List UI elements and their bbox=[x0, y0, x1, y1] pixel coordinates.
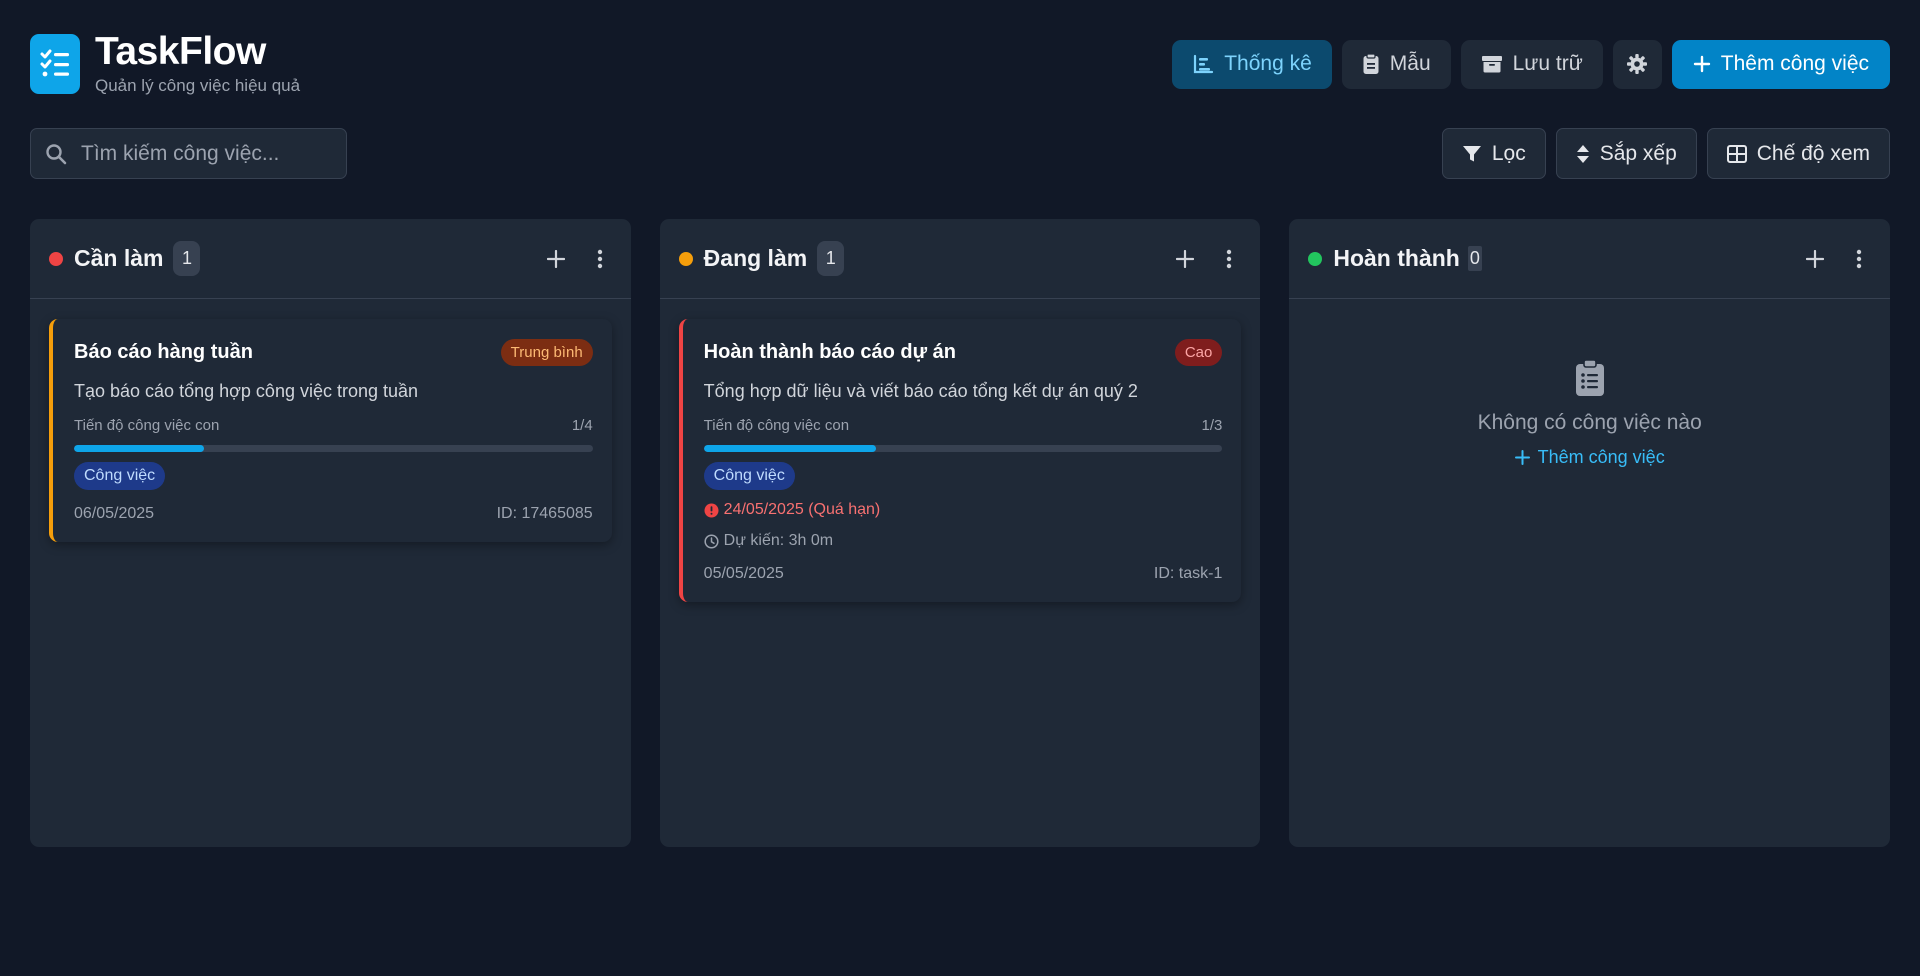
created-date: 05/05/2025 bbox=[703, 565, 784, 582]
search-input[interactable] bbox=[81, 141, 321, 166]
filter-label: Lọc bbox=[1491, 141, 1526, 165]
stats-button[interactable]: Thống kê bbox=[1172, 39, 1332, 89]
empty-add-label: Thêm công việc bbox=[1537, 447, 1665, 467]
priority-badge: Cao bbox=[1174, 339, 1223, 366]
grid-view-icon bbox=[1726, 144, 1747, 163]
templates-button[interactable]: Mẫu bbox=[1341, 39, 1451, 89]
task-count-badge: 1 bbox=[173, 241, 201, 276]
empty-add-task-link[interactable]: Thêm công việc bbox=[1514, 447, 1665, 468]
sort-button[interactable]: Sắp xếp bbox=[1555, 128, 1697, 179]
empty-state-text: Không có công việc nào bbox=[1477, 411, 1702, 434]
chart-icon bbox=[1192, 53, 1214, 75]
add-card-plus-icon[interactable] bbox=[1173, 247, 1197, 271]
settings-button[interactable] bbox=[1612, 39, 1662, 89]
task-id: ID: 17465085 bbox=[496, 505, 593, 522]
kanban-board: Cần làm 1 Báo cáo hàng tuần Trung bình T… bbox=[30, 219, 1891, 847]
archive-button[interactable]: Lưu trữ bbox=[1460, 39, 1603, 89]
status-dot bbox=[678, 251, 693, 266]
task-id: ID: task-1 bbox=[1153, 565, 1223, 582]
task-description: Tổng hợp dữ liệu và viết báo cáo tổng kế… bbox=[703, 381, 1138, 401]
archive-label: Lưu trữ bbox=[1512, 52, 1583, 75]
column-title: Đang làm bbox=[703, 245, 808, 271]
view-controls: Lọc Sắp xếp Chế độ xem bbox=[1441, 128, 1890, 179]
subtask-progress-bar bbox=[74, 445, 593, 452]
time-estimate: Dự kiến: 3h 0m bbox=[704, 532, 1223, 550]
plus-icon bbox=[1514, 450, 1530, 465]
column-title: Hoàn thành bbox=[1333, 245, 1460, 271]
task-count-badge: 1 bbox=[817, 241, 845, 276]
clock-icon bbox=[704, 533, 719, 549]
column-done: Hoàn thành 0 Không có công việc nào Thêm… bbox=[1289, 219, 1891, 847]
subtask-progress-label: Tiến độ công việc con bbox=[74, 417, 220, 434]
estimate-text: Dự kiến: 3h 0m bbox=[723, 532, 834, 549]
task-list-logo-icon bbox=[30, 34, 80, 94]
add-card-plus-icon[interactable] bbox=[1803, 247, 1827, 271]
app-subtitle: Quản lý công việc hiệu quả bbox=[95, 76, 301, 95]
column-menu-icon[interactable] bbox=[1217, 247, 1241, 271]
column-header: Đang làm 1 bbox=[659, 219, 1261, 299]
header-actions: Thống kê Mẫu Lưu trữ Thêm công việc bbox=[1172, 39, 1890, 89]
subtask-progress-count: 1/4 bbox=[571, 417, 593, 434]
search-box bbox=[30, 128, 347, 179]
toolbar: Lọc Sắp xếp Chế độ xem bbox=[30, 128, 1890, 179]
plus-icon bbox=[1693, 55, 1711, 73]
column-title: Cần làm bbox=[74, 245, 164, 271]
add-task-label: Thêm công việc bbox=[1720, 52, 1869, 75]
task-card[interactable]: Hoàn thành báo cáo dự án Cao Tổng hợp dữ… bbox=[678, 319, 1242, 602]
filter-button[interactable]: Lọc bbox=[1441, 128, 1546, 179]
task-card[interactable]: Báo cáo hàng tuần Trung bình Tạo báo cáo… bbox=[49, 319, 612, 542]
subtask-progress-label: Tiến độ công việc con bbox=[703, 417, 850, 434]
progress-fill bbox=[703, 445, 877, 452]
app-title: TaskFlow bbox=[95, 30, 266, 73]
add-task-button[interactable]: Thêm công việc bbox=[1671, 39, 1890, 89]
clipboard-icon bbox=[1362, 53, 1380, 75]
status-dot bbox=[1308, 251, 1323, 266]
task-title: Báo cáo hàng tuần bbox=[74, 341, 253, 363]
view-mode-label: Chế độ xem bbox=[1756, 141, 1870, 165]
column-header: Cần làm 1 bbox=[30, 219, 631, 299]
add-card-plus-icon[interactable] bbox=[544, 247, 568, 271]
column-menu-icon[interactable] bbox=[588, 247, 612, 271]
sort-label: Sắp xếp bbox=[1599, 141, 1677, 165]
clipboard-list-icon bbox=[1575, 359, 1605, 397]
column-in-progress: Đang làm 1 Hoàn thành báo cáo dự án Cao … bbox=[659, 219, 1261, 847]
column-menu-icon[interactable] bbox=[1847, 247, 1871, 271]
archive-box-icon bbox=[1481, 54, 1503, 74]
filter-funnel-icon bbox=[1462, 144, 1482, 164]
due-date-overdue: 24/05/2025 (Quá hạn) bbox=[704, 501, 1223, 519]
brand: TaskFlow Quản lý công việc hiệu quả bbox=[30, 31, 300, 97]
alert-circle-icon bbox=[704, 503, 719, 518]
search-icon bbox=[45, 143, 67, 165]
column-todo: Cần làm 1 Báo cáo hàng tuần Trung bình T… bbox=[30, 219, 631, 847]
gear-icon bbox=[1626, 53, 1648, 75]
subtask-progress-bar bbox=[703, 445, 1223, 452]
progress-fill bbox=[74, 445, 204, 452]
task-description: Tạo báo cáo tổng hợp công việc trong tuầ… bbox=[74, 381, 419, 401]
task-title: Hoàn thành báo cáo dự án bbox=[703, 341, 956, 363]
status-dot bbox=[49, 251, 63, 266]
stats-label: Thống kê bbox=[1224, 52, 1312, 75]
task-count-badge: 0 bbox=[1467, 246, 1482, 271]
empty-state: Không có công việc nào Thêm công việc bbox=[1308, 359, 1871, 468]
priority-badge: Trung bình bbox=[500, 339, 593, 366]
app-header: TaskFlow Quản lý công việc hiệu quả Thốn… bbox=[30, 31, 1890, 97]
column-header: Hoàn thành 0 bbox=[1289, 219, 1891, 299]
templates-label: Mẫu bbox=[1389, 52, 1431, 75]
subtask-progress-count: 1/3 bbox=[1201, 417, 1223, 434]
created-date: 06/05/2025 bbox=[74, 505, 155, 522]
view-mode-button[interactable]: Chế độ xem bbox=[1706, 128, 1890, 179]
category-tag[interactable]: Công việc bbox=[74, 462, 166, 490]
due-date-text: 24/05/2025 (Quá hạn) bbox=[723, 501, 881, 518]
sort-arrows-icon bbox=[1576, 144, 1590, 164]
category-tag[interactable]: Công việc bbox=[703, 462, 795, 490]
